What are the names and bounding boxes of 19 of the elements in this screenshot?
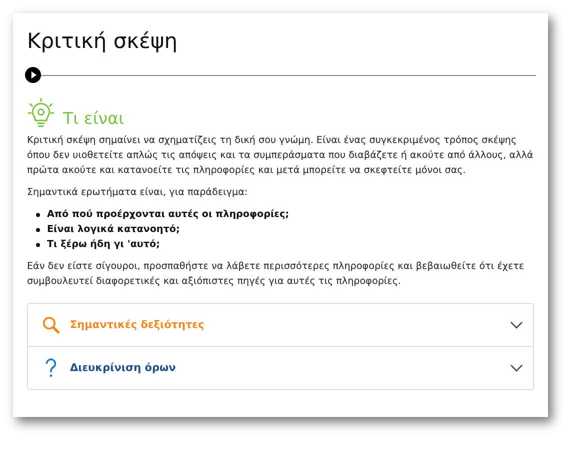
- bullet-text: Είναι λογικά κατανοητό;: [47, 224, 180, 235]
- bullet-text: Τι ξέρω ήδη γι 'αυτό;: [47, 239, 160, 250]
- lightbulb-icon: [27, 97, 55, 129]
- paragraph: Εάν δεν είστε σίγουροι, προσπαθήστε να λάβετε περισσότερες πληροφορίες και βεβαιωθείτε ότι έχετε συμβουλευτεί διαφορετικές και αξιόπιστες πηγές για αυτές τις πληροφορίες.: [27, 260, 526, 289]
- bullet-icon: [36, 212, 40, 216]
- section-heading: Τι είναι: [63, 109, 124, 129]
- chevron-icon: [510, 321, 523, 329]
- chevron-icon: [510, 364, 523, 372]
- play-button[interactable]: [25, 67, 41, 83]
- paragraph: Σημαντικά ερωτήματα είναι, για παράδειγμα:: [27, 186, 249, 200]
- accordion-header[interactable]: Διευκρίνιση όρων: [28, 346, 533, 389]
- search-icon: [42, 316, 60, 334]
- accordion-title: Διευκρίνιση όρων: [70, 362, 177, 374]
- page-title: Κριτική σκέψη: [27, 28, 179, 55]
- paragraph: Κριτική σκέψη σημαίνει να σχηματίζεις τη δική σου γνώμη. Είναι ένας συγκεκριμένος τρόπος σκέψης όπου δεν υιοθετείτε απλώς τις απόψεις και τα συμπεράσματα που διαβάζετε ή ακούτε από άλλους, αλλά πρώτα ακούτε και κατανοείτε τις πληροφορίες και μετά μπορείτε να σκεφτείτε μόνοι σας.: [27, 134, 534, 178]
- accordion-title: Σημαντικές δεξιότητες: [70, 319, 206, 331]
- bullet-icon: [36, 242, 40, 246]
- bullet-icon: [36, 228, 40, 232]
- bullet-text: Από πού προέρχονται αυτές οι πληροφορίες;: [47, 209, 290, 220]
